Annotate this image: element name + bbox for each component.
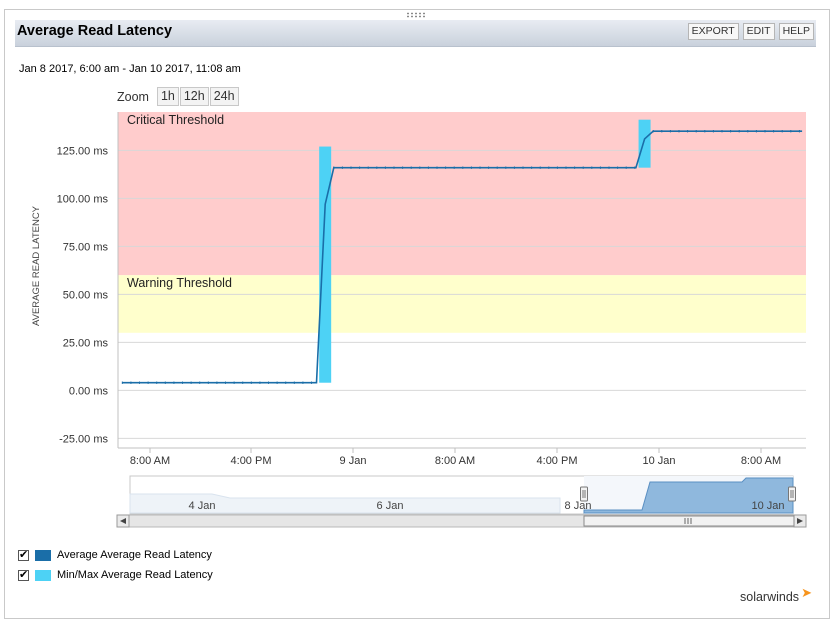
legend-label-average: Average Average Read Latency (57, 549, 212, 561)
x-tick-label: 8:00 AM (130, 455, 170, 467)
navigator-tick-label: 8 Jan (565, 500, 592, 512)
swatch-minmax (35, 569, 51, 581)
y-tick-label: 100.00 ms (57, 193, 109, 205)
x-tick-label: 8:00 AM (435, 455, 475, 467)
navigator-tick-label: 10 Jan (751, 500, 784, 512)
threshold-band (118, 112, 806, 276)
latency-chart: Critical Threshold Warning Threshold -25.0… (31, 112, 807, 528)
x-tick-label: 4:00 PM (231, 455, 272, 467)
threshold-label: Warning Threshold (127, 276, 232, 290)
logo-mark-icon: ➤ (801, 585, 812, 600)
y-axis-label: AVERAGE READ LATENCY (31, 205, 42, 326)
chart-legend: Average Average Read Latency Min/Max Ave… (18, 545, 213, 585)
legend-item-minmax[interactable]: Min/Max Average Read Latency (18, 565, 213, 585)
navigator-handle[interactable] (580, 486, 588, 502)
y-tick-label: 0.00 ms (69, 385, 109, 397)
swatch-average (35, 549, 51, 561)
navigator-tick-label: 4 Jan (189, 500, 216, 512)
navigator-handle[interactable] (788, 486, 796, 502)
navigator-tick-label: 6 Jan (377, 500, 404, 512)
legend-label-minmax: Min/Max Average Read Latency (57, 569, 213, 581)
scroll-thumb[interactable] (583, 515, 795, 527)
minmax-bar (319, 146, 332, 383)
y-tick-label: 25.00 ms (63, 337, 109, 349)
minmax-bar (638, 119, 651, 168)
x-tick-label: 9 Jan (340, 455, 367, 467)
solarwinds-logo: solarwinds ➤ (740, 585, 812, 604)
y-tick-label: 50.00 ms (63, 289, 109, 301)
y-tick-label: 125.00 ms (57, 145, 109, 157)
y-tick-label: -25.00 ms (59, 433, 108, 445)
x-tick-label: 4:00 PM (537, 455, 578, 467)
legend-item-average[interactable]: Average Average Read Latency (18, 545, 213, 565)
threshold-label: Critical Threshold (127, 113, 224, 127)
checkbox-minmax[interactable] (18, 568, 29, 581)
checkbox-average[interactable] (18, 548, 29, 561)
y-tick-label: 75.00 ms (63, 241, 109, 253)
x-tick-label: 8:00 AM (741, 455, 781, 467)
x-tick-label: 10 Jan (642, 455, 675, 467)
